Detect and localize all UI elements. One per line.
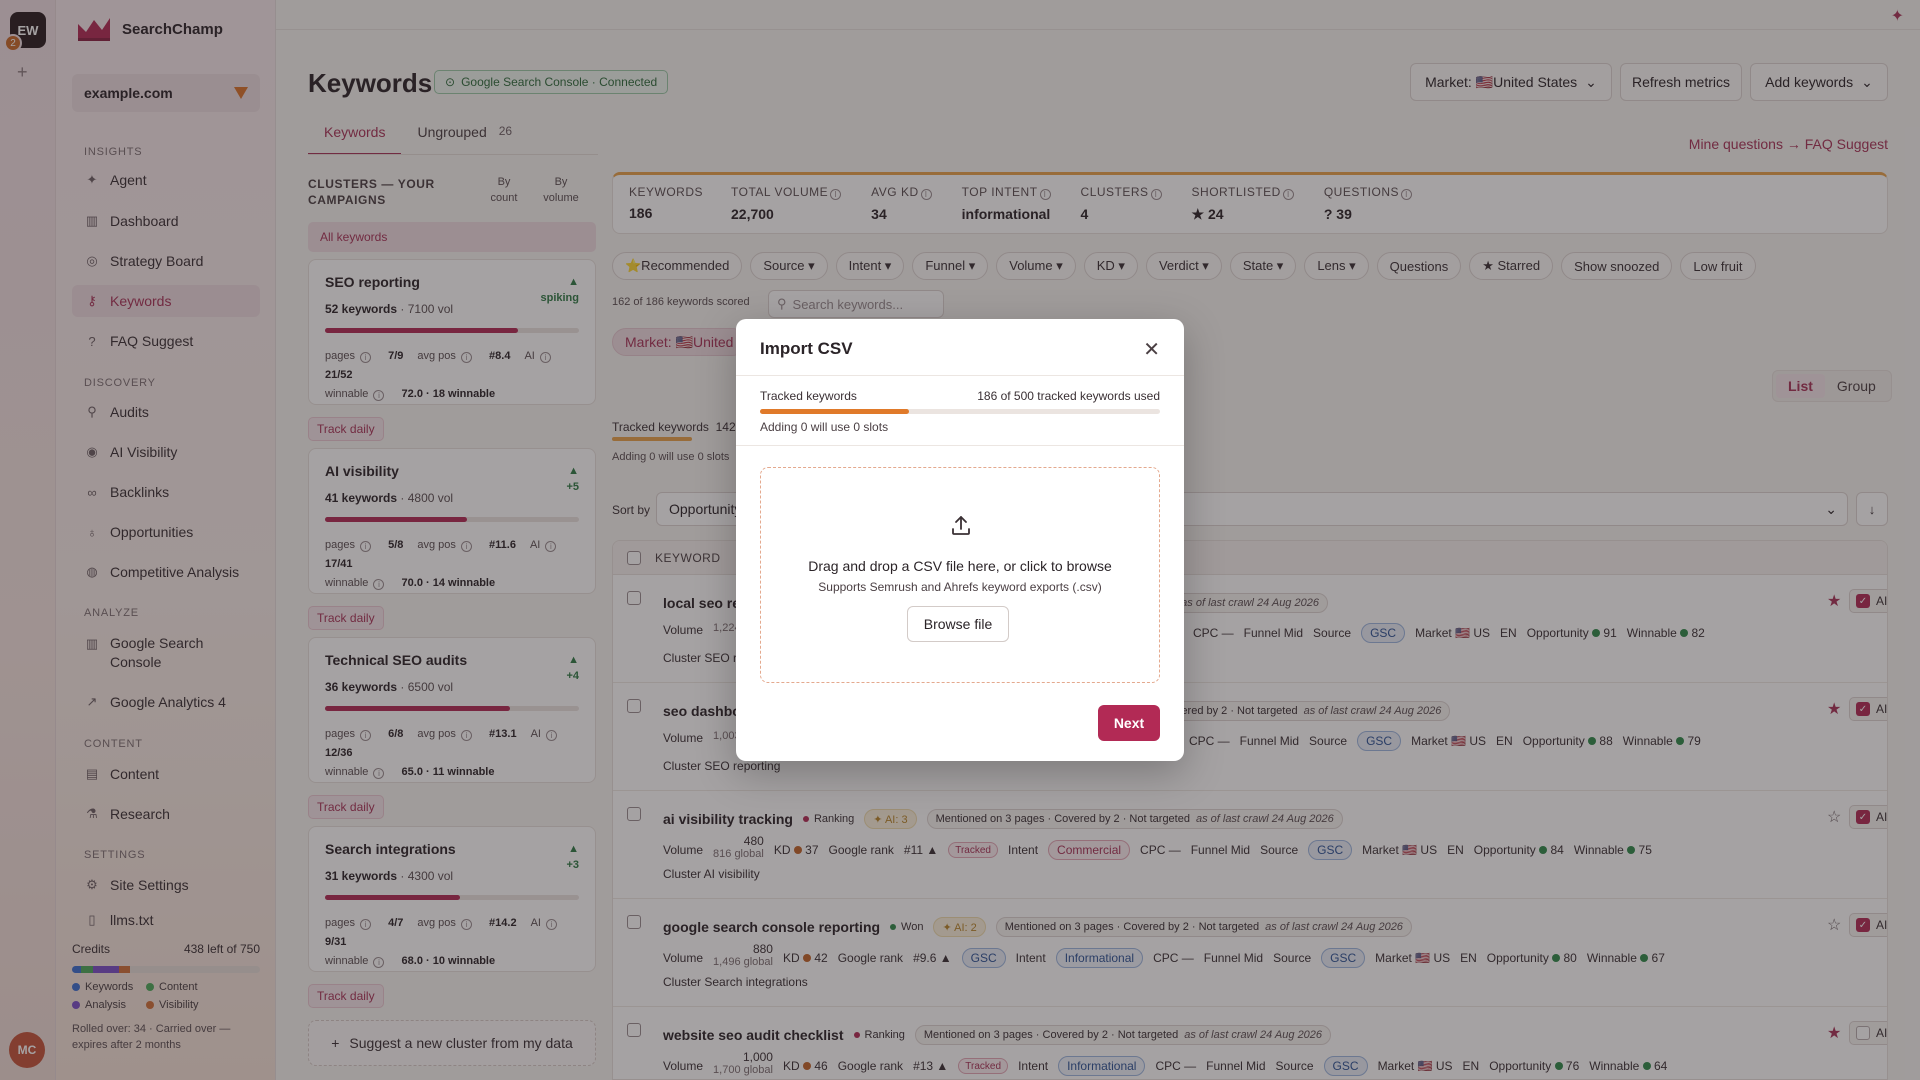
dialog-title: Import CSV [760, 339, 853, 358]
import-csv-dialog: Import CSV ✕ Tracked keywords 186 of 500… [736, 319, 1184, 761]
dropzone-instructions: Drag and drop a CSV file here, or click … [808, 558, 1112, 574]
usage-note: Adding 0 will use 0 slots [760, 420, 889, 434]
upload-icon [952, 516, 970, 535]
dropzone-formats: Supports Semrush and Ahrefs keyword expo… [818, 580, 1102, 594]
tracked-usage: Tracked keywords 186 of 500 tracked keyw… [760, 389, 1160, 434]
browse-file-button[interactable]: Browse file [907, 606, 1009, 642]
next-button[interactable]: Next [1098, 705, 1160, 741]
usage-bar-fill [760, 409, 909, 414]
close-icon[interactable]: ✕ [1143, 337, 1160, 362]
dialog-divider [736, 445, 1184, 446]
csv-dropzone[interactable]: Drag and drop a CSV file here, or click … [760, 467, 1160, 683]
usage-label: Tracked keywords [760, 389, 857, 403]
dialog-divider [736, 375, 1184, 376]
usage-bar [760, 409, 1160, 414]
usage-value: 186 of 500 tracked keywords used [977, 389, 1160, 403]
